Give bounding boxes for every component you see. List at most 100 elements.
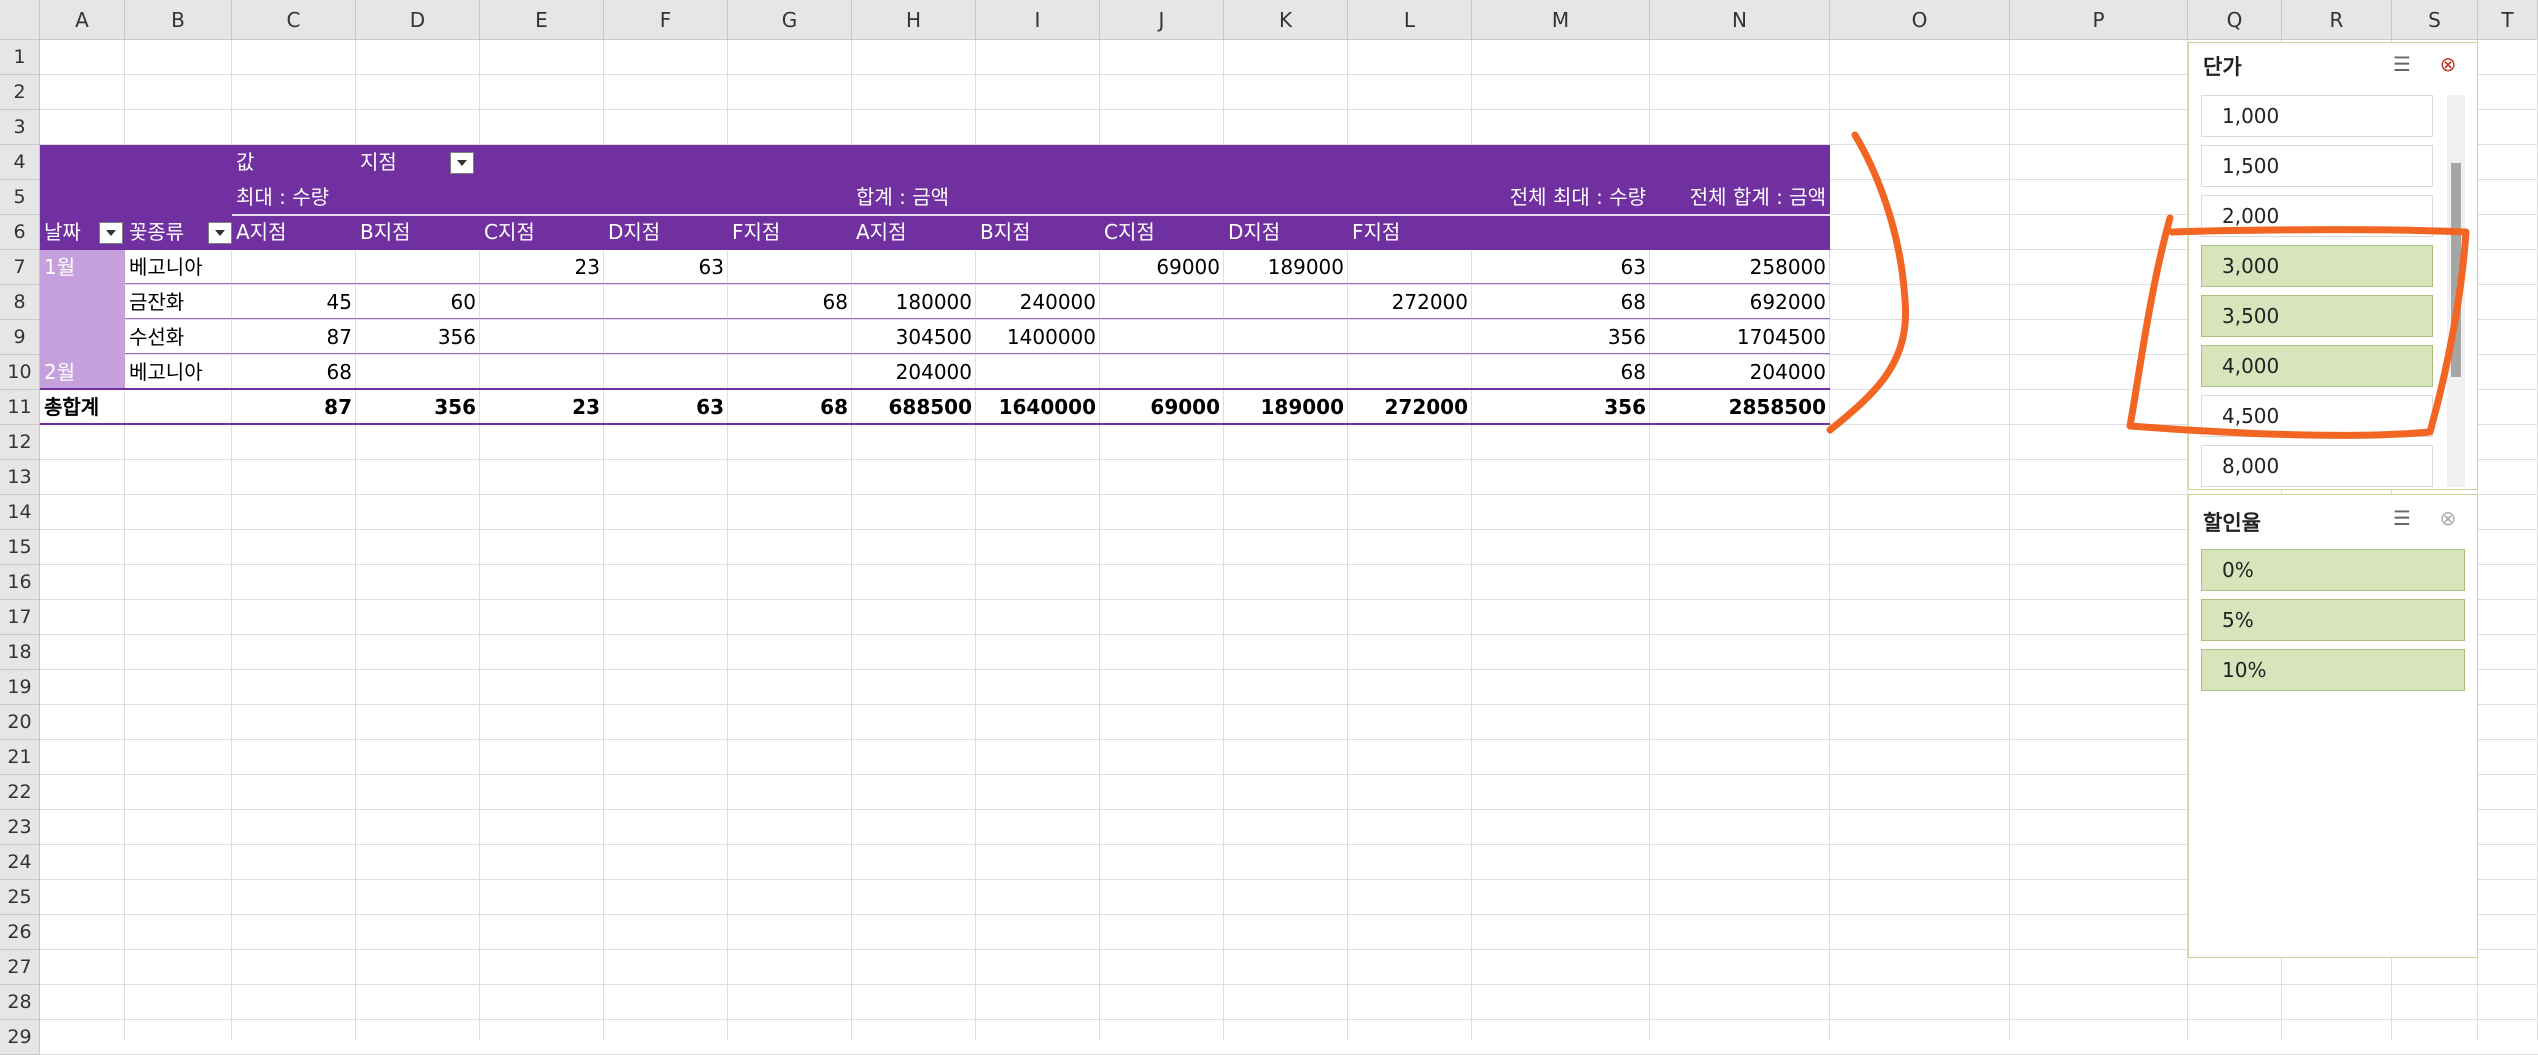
row-header[interactable]: 19 (0, 670, 40, 705)
pivot-value: 356 (437, 325, 476, 349)
row-header[interactable]: 29 (0, 1020, 40, 1055)
row-header[interactable]: 26 (0, 915, 40, 950)
grand-total-value: 69000 (1150, 395, 1220, 419)
row-header[interactable]: 7 (0, 250, 40, 285)
slicer-item-price[interactable]: 4,500 (2201, 395, 2433, 437)
slicer-item-price[interactable]: 1,500 (2201, 145, 2433, 187)
row-header[interactable]: 15 (0, 530, 40, 565)
multi-select-icon[interactable]: ☰ (2389, 505, 2415, 531)
column-header[interactable]: B (125, 0, 232, 40)
row-header[interactable]: 6 (0, 215, 40, 250)
header-sum-amt: 합계 : 금액 (856, 185, 950, 209)
row-header[interactable]: 24 (0, 845, 40, 880)
column-header[interactable]: M (1472, 0, 1650, 40)
multi-select-icon[interactable]: ☰ (2389, 51, 2415, 77)
row-header[interactable]: 11 (0, 390, 40, 425)
pivot-value: 356 (1607, 325, 1646, 349)
grid-line (40, 739, 2538, 740)
branch-header-amt: D지점 (1228, 220, 1281, 244)
column-header[interactable]: G (728, 0, 852, 40)
pivot-value: 68 (1620, 290, 1646, 314)
row-header[interactable]: 16 (0, 565, 40, 600)
header-total-max: 전체 최대 : 수량 (1509, 185, 1646, 209)
flower-label: 베고니아 (129, 360, 203, 384)
row-header[interactable]: 8 (0, 285, 40, 320)
slicer-item-price[interactable]: 4,000 (2201, 345, 2433, 387)
row-header[interactable]: 12 (0, 425, 40, 460)
row-header[interactable]: 13 (0, 460, 40, 495)
slicer-item-price[interactable]: 3,500 (2201, 295, 2433, 337)
row-header[interactable]: 2 (0, 75, 40, 110)
flower-filter-icon[interactable] (208, 222, 232, 244)
pivot-value: 204000 (1749, 360, 1826, 384)
row-header[interactable]: 17 (0, 600, 40, 635)
row-header[interactable]: 4 (0, 145, 40, 180)
branch-header-qty: D지점 (608, 220, 661, 244)
column-header[interactable]: D (356, 0, 480, 40)
row-header[interactable]: 10 (0, 355, 40, 390)
row-header[interactable]: 27 (0, 950, 40, 985)
column-header[interactable]: O (1830, 0, 2010, 40)
grand-total-bottom-border (40, 423, 1830, 425)
row-header[interactable]: 1 (0, 40, 40, 75)
clear-filter-icon[interactable]: ⊗ (2435, 505, 2461, 531)
slicer-item-discount[interactable]: 5% (2201, 599, 2465, 641)
column-header[interactable]: A (40, 0, 125, 40)
branch-header-qty: F지점 (732, 220, 781, 244)
column-header[interactable]: L (1348, 0, 1472, 40)
slicer-item-price[interactable]: 3,000 (2201, 245, 2433, 287)
slicer-price[interactable]: 단가 ☰ ⊗ 1,000 1,500 2,000 3,000 3,500 4,000 4,5… (2188, 42, 2478, 490)
branch-filter-dropdown[interactable] (450, 152, 474, 174)
grid-line (40, 599, 2538, 600)
row-header[interactable]: 25 (0, 880, 40, 915)
row-header[interactable]: 9 (0, 320, 40, 355)
column-header[interactable]: Q (2188, 0, 2282, 40)
pivot-value: 63 (1620, 255, 1646, 279)
row-header[interactable]: 21 (0, 740, 40, 775)
row-header[interactable]: 20 (0, 705, 40, 740)
column-header[interactable]: S (2392, 0, 2478, 40)
column-header[interactable]: R (2282, 0, 2392, 40)
flower-label: 금잔화 (129, 290, 185, 314)
grid-line (40, 529, 2538, 530)
row-header[interactable]: 14 (0, 495, 40, 530)
scrollbar-thumb[interactable] (2451, 163, 2461, 377)
column-header[interactable]: K (1224, 0, 1348, 40)
row-header[interactable]: 18 (0, 635, 40, 670)
column-header[interactable]: N (1650, 0, 1830, 40)
slicer-item-discount[interactable]: 0% (2201, 549, 2465, 591)
column-header[interactable]: F (604, 0, 728, 40)
column-header[interactable]: T (2478, 0, 2538, 40)
slicer-item-price[interactable]: 1,000 (2201, 95, 2433, 137)
row-header[interactable]: 28 (0, 985, 40, 1020)
slicer-item-price[interactable]: 2,000 (2201, 195, 2433, 237)
row-header[interactable]: 22 (0, 775, 40, 810)
slicer-discount[interactable]: 할인율 ☰ ⊗ 0% 5% 10% (2188, 494, 2478, 958)
column-header[interactable]: J (1100, 0, 1224, 40)
slicer-price-scrollbar[interactable] (2447, 95, 2465, 487)
branch-header-amt: C지점 (1104, 220, 1155, 244)
slicer-item-discount[interactable]: 10% (2201, 649, 2465, 691)
pivot-value: 68 (326, 360, 352, 384)
pivot-value: 180000 (895, 290, 972, 314)
row-header[interactable]: 5 (0, 180, 40, 215)
header-max-qty: 최대 : 수량 (236, 185, 330, 209)
grand-total-value: 272000 (1384, 395, 1469, 419)
row-header[interactable]: 3 (0, 110, 40, 145)
clear-filter-icon[interactable]: ⊗ (2435, 51, 2461, 77)
column-header[interactable]: I (976, 0, 1100, 40)
select-all-corner[interactable] (0, 0, 40, 40)
slicer-item-price[interactable]: 8,000 (2201, 445, 2433, 487)
pivot-value: 69000 (1156, 255, 1220, 279)
column-header[interactable]: P (2010, 0, 2188, 40)
column-header[interactable]: E (480, 0, 604, 40)
branch-header-amt: A지점 (856, 220, 907, 244)
column-header[interactable]: C (232, 0, 356, 40)
grid-line (40, 564, 2538, 565)
date-filter-dropdown[interactable] (99, 222, 123, 244)
grid-line (40, 984, 2538, 985)
grid-line (40, 109, 2538, 110)
column-header[interactable]: H (852, 0, 976, 40)
grand-total-value: 189000 (1260, 395, 1345, 419)
row-header[interactable]: 23 (0, 810, 40, 845)
